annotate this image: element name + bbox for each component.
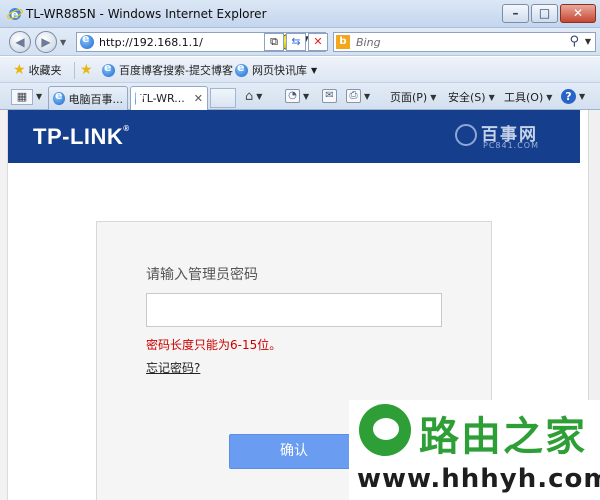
read-mail-button[interactable]: ✉ [322,89,337,103]
favorites-label: 收藏夹 [28,64,62,77]
password-length-error: 密码长度只能为6-15位。 [146,338,282,352]
page-icon [102,61,115,77]
minimize-button[interactable]: – [502,4,529,23]
tab-pc841[interactable]: 电脑百事... [48,86,128,110]
chevron-down-icon: ▼ [256,92,263,101]
search-dropdown-icon[interactable]: ▼ [585,37,591,46]
home-icon: ⌂ [245,89,254,104]
favorites-button[interactable]: ★ 收藏夹 [13,62,62,78]
address-toolbar: ◀ ▶ ▼ http://192.168.1.1/ ▼ ⧉ ⇆ ✕ b Bing… [0,28,600,56]
tab-label: 电脑百事... [68,92,124,106]
refresh-icon: ⇆ [291,35,301,48]
chevron-down-icon: ▼ [364,91,371,101]
chevron-down-icon: ▼ [311,65,318,75]
mail-icon: ✉ [322,89,337,103]
window-controls: – □ ✕ [500,4,596,23]
favorite-link-baidu-blog[interactable]: 百度博客搜索-提交博客 [102,61,233,78]
bing-icon: b [336,35,350,49]
tools-menu-label: 工具(O) [504,91,544,104]
new-tab-button[interactable] [210,88,236,108]
tab-list-dropdown-icon[interactable]: ▼ [36,92,42,101]
help-icon: ? [561,89,576,104]
watermark-url: www.hhhyh.com [357,464,600,494]
pc841-watermark: 百事网 PC841.COM [451,120,561,152]
pc841-logo-icon [455,124,477,146]
chevron-down-icon: ▼ [430,92,437,102]
tools-menu[interactable]: 工具(O) ▼ [504,89,552,105]
page-menu-label: 页面(P) [390,91,428,104]
page-menu[interactable]: 页面(P) ▼ [390,89,436,105]
page-icon [80,32,94,49]
quick-tabs-button[interactable]: ▦ [11,89,33,105]
home-button[interactable]: ⌂ ▼ [245,89,262,104]
page-icon [135,89,144,105]
add-favorites-button[interactable]: ★ [80,62,96,78]
rss-icon: ◔ [285,89,300,103]
tplink-logo: TP-LINK® [33,124,130,149]
maximize-icon: □ [538,6,551,20]
forward-arrow-icon: ▶ [41,35,51,49]
favorite-link-label: 百度博客搜索-提交博客 [119,64,233,77]
login-title: 请输入管理员密码 [146,267,258,283]
brand-name: TP-LINK [33,124,124,149]
chevron-down-icon: ▼ [579,92,586,101]
back-arrow-icon: ◀ [15,35,25,49]
stop-button[interactable]: ✕ [308,33,328,51]
back-button[interactable]: ◀ [9,31,31,53]
divider [74,62,75,79]
add-favorite-icon: ★ [80,62,93,78]
favorites-bar: ★ 收藏夹 ★ 百度博客搜索-提交博客 网页快讯库 ▼ [0,57,600,83]
close-icon: ✕ [572,6,584,20]
refresh-button[interactable]: ⇆ [286,33,306,51]
favorite-link-label: 网页快讯库 [252,64,307,77]
chevron-down-icon: ▼ [488,92,495,102]
chevron-down-icon: ▼ [546,92,553,102]
print-icon: ⎙ [346,89,361,103]
history-dropdown-icon[interactable]: ▼ [60,38,66,47]
page-compat-icon: ⧉ [270,35,278,48]
hhhyh-watermark: 路由之家 www.hhhyh.com [349,400,600,500]
router-header: TP-LINK® 百事网 PC841.COM [8,110,580,163]
feeds-button[interactable]: ◔ ▼ [285,89,309,103]
page-icon [235,61,248,77]
search-field[interactable]: b Bing ⚲ ▼ [333,32,596,52]
maximize-button[interactable]: □ [531,4,558,23]
tab-bar: ▦ ▼ 电脑百事... TL-WR... ✕ ⌂▼ ◔▼ ✉ ⎙▼ 页面(P)▼… [0,83,600,110]
minimize-icon: – [512,6,519,20]
grid-icon: ▦ [16,90,28,103]
tab-router[interactable]: TL-WR... ✕ [130,86,208,110]
window-title-bar: e TL-WR885N - Windows Internet Explorer … [0,0,600,28]
search-placeholder: Bing [356,36,381,49]
search-icon[interactable]: ⚲ [569,34,579,49]
tab-label: TL-WR... [139,92,185,105]
compat-page-button[interactable]: ⧉ [264,33,284,51]
hhhyh-logo-icon [359,404,411,456]
favorites-star-icon: ★ [13,62,26,78]
password-input[interactable] [146,293,442,327]
confirm-button[interactable]: 确认 [229,434,359,469]
favorite-link-web-slices[interactable]: 网页快讯库 ▼ [235,61,318,78]
chevron-down-icon: ▼ [303,91,310,101]
safety-menu[interactable]: 安全(S) ▼ [448,89,495,105]
print-button[interactable]: ⎙ ▼ [346,89,370,103]
close-tab-icon[interactable]: ✕ [194,92,203,105]
safety-menu-label: 安全(S) [448,91,486,104]
watermark-brand: 路由之家 [419,414,587,460]
internet-explorer-icon: e [7,8,23,21]
stop-icon: ✕ [313,35,323,48]
address-url: http://192.168.1.1/ [99,36,203,49]
page-left-border [0,110,8,500]
help-button[interactable]: ? ▼ [561,89,585,104]
page-icon [53,89,65,105]
forward-button[interactable]: ▶ [35,31,57,53]
watermark-en: PC841.COM [483,141,540,150]
forgot-password-link[interactable]: 忘记密码? [146,359,200,376]
window-title: TL-WR885N - Windows Internet Explorer [26,7,267,21]
close-window-button[interactable]: ✕ [560,4,596,23]
